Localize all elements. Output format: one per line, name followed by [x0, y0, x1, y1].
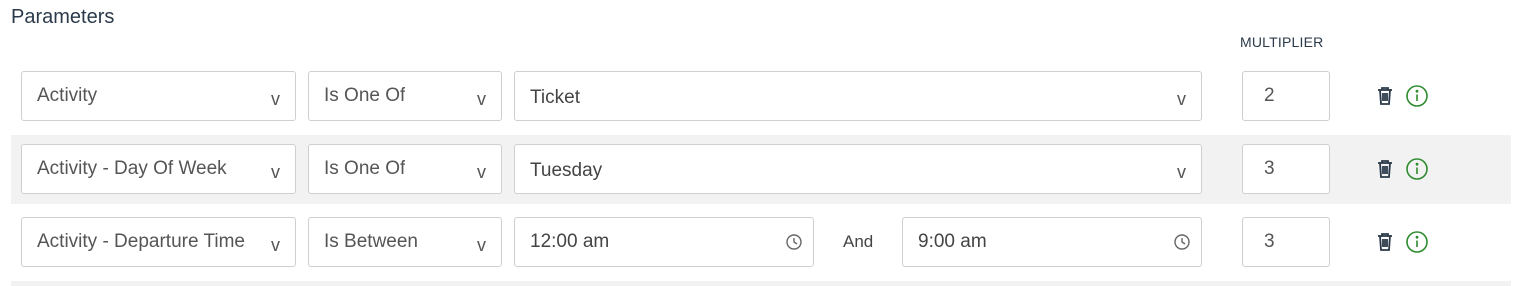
multiplier-value: 3 — [1264, 158, 1275, 179]
to-time-input[interactable]: 9:00 am — [902, 217, 1202, 267]
chevron-down-icon: v — [271, 89, 280, 109]
chevron-down-icon: v — [477, 89, 486, 109]
value-select-value: Ticket — [530, 87, 580, 108]
multiplier-value: 3 — [1264, 231, 1275, 252]
info-icon[interactable] — [1405, 230, 1429, 254]
parameter-row: Activity - Departure Time v Is Between v… — [11, 208, 1511, 277]
chevron-down-icon: v — [477, 162, 486, 182]
operator-select-value: Is Between — [324, 231, 418, 252]
trash-icon[interactable] — [1373, 230, 1397, 254]
operator-select[interactable]: Is Between v — [308, 217, 502, 267]
row-divider — [11, 281, 1511, 286]
attribute-select[interactable]: Activity - Day Of Week v — [21, 144, 296, 194]
chevron-down-icon: v — [477, 235, 486, 255]
attribute-select[interactable]: Activity - Departure Time v — [21, 217, 296, 267]
chevron-down-icon: v — [1177, 162, 1186, 182]
multiplier-input[interactable]: 3 — [1242, 217, 1330, 267]
info-icon[interactable] — [1405, 84, 1429, 108]
attribute-select-value: Activity - Departure Time — [37, 231, 245, 252]
operator-select[interactable]: Is One Of v — [308, 71, 502, 121]
between-and-label: And — [843, 232, 874, 251]
operator-select[interactable]: Is One Of v — [308, 144, 502, 194]
operator-select-value: Is One Of — [324, 158, 406, 179]
page-title: Parameters — [11, 6, 115, 28]
info-icon[interactable] — [1405, 157, 1429, 181]
parameter-row: Activity - Day Of Week v Is One Of v Tue… — [11, 135, 1511, 204]
from-time-value: 12:00 am — [530, 231, 610, 252]
operator-select-value: Is One Of — [324, 85, 406, 106]
trash-icon[interactable] — [1373, 84, 1397, 108]
value-select[interactable]: Tuesday v — [514, 144, 1202, 194]
parameter-row: Activity v Is One Of v Ticket v 2 — [11, 62, 1511, 131]
clock-icon[interactable] — [785, 233, 803, 251]
clock-icon[interactable] — [1173, 233, 1191, 251]
attribute-select[interactable]: Activity v — [21, 71, 296, 121]
chevron-down-icon: v — [271, 235, 280, 255]
from-time-input[interactable]: 12:00 am — [514, 217, 814, 267]
attribute-select-value: Activity - Day Of Week — [37, 158, 227, 179]
value-select[interactable]: Ticket v — [514, 71, 1202, 121]
chevron-down-icon: v — [271, 162, 280, 182]
to-time-value: 9:00 am — [918, 231, 987, 252]
multiplier-input[interactable]: 2 — [1242, 71, 1330, 121]
multiplier-column-header: MULTIPLIER — [1240, 34, 1324, 50]
value-select-value: Tuesday — [530, 160, 603, 181]
multiplier-input[interactable]: 3 — [1242, 144, 1330, 194]
attribute-select-value: Activity — [37, 85, 98, 106]
multiplier-value: 2 — [1264, 85, 1275, 106]
chevron-down-icon: v — [1177, 89, 1186, 109]
trash-icon[interactable] — [1373, 157, 1397, 181]
